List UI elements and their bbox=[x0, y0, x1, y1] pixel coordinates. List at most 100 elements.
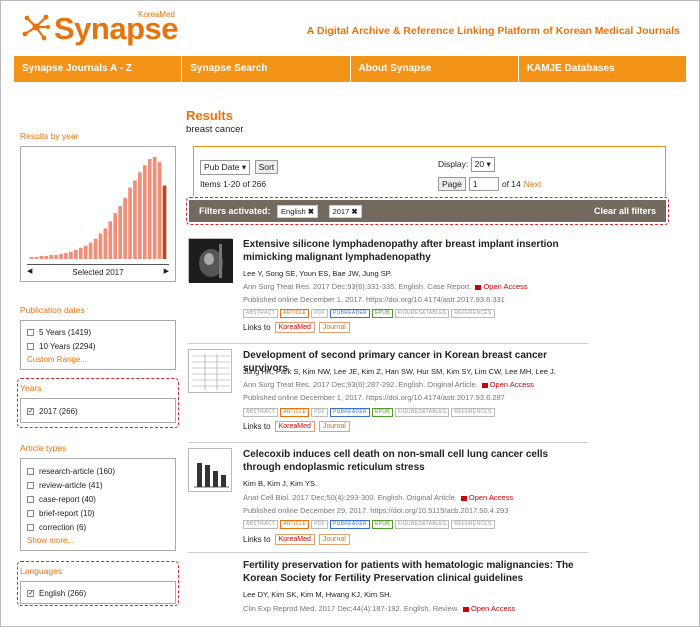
year-bar[interactable] bbox=[98, 233, 103, 260]
year-bar[interactable] bbox=[59, 253, 63, 259]
page-input[interactable]: 1 bbox=[468, 177, 499, 191]
year-bar[interactable] bbox=[93, 238, 98, 259]
nav-synapse-search[interactable]: Synapse Search bbox=[182, 56, 351, 82]
article-title[interactable]: Fertility preservation for patients with… bbox=[243, 559, 588, 585]
custom-range-link[interactable]: Custom Range... bbox=[21, 353, 175, 366]
checkbox-icon[interactable] bbox=[27, 467, 34, 475]
epub-link[interactable]: EPUB bbox=[371, 309, 393, 318]
checkbox-icon[interactable] bbox=[27, 328, 34, 336]
journal-link[interactable]: Journal bbox=[318, 322, 350, 333]
year-range-slider[interactable]: ◀ Selected 2017 ▶ bbox=[27, 264, 169, 277]
year-bar[interactable] bbox=[103, 228, 108, 259]
article-title[interactable]: Extensive silicone lymphadenopathy after… bbox=[243, 238, 588, 264]
abstract-link[interactable]: ABSTRACT bbox=[243, 520, 279, 529]
filter-english[interactable]: ✓ English (266) bbox=[21, 586, 175, 600]
checkbox-icon[interactable] bbox=[27, 495, 34, 503]
references-link[interactable]: REFERENCES bbox=[451, 520, 495, 529]
pdf-link[interactable]: PDF bbox=[311, 520, 329, 529]
page-button[interactable]: Page bbox=[438, 177, 466, 191]
journal-link[interactable]: Journal bbox=[318, 421, 350, 432]
year-bar[interactable] bbox=[118, 205, 123, 259]
filter-brief-report[interactable]: brief-report (10) bbox=[21, 506, 175, 520]
year-bar[interactable] bbox=[64, 252, 68, 259]
year-bar[interactable] bbox=[128, 187, 132, 259]
nav-journals-az[interactable]: Synapse Journals A - Z bbox=[14, 56, 183, 82]
nav-about[interactable]: About Synapse bbox=[351, 56, 519, 82]
year-bar[interactable] bbox=[39, 255, 44, 259]
year-bar[interactable] bbox=[162, 185, 167, 259]
clear-all-filters[interactable]: Clear all filters bbox=[594, 200, 656, 222]
year-bar[interactable] bbox=[142, 165, 147, 259]
figures-tables-link[interactable]: FIGURES&TABLES bbox=[394, 309, 450, 318]
pdf-link[interactable]: PDF bbox=[311, 408, 329, 417]
year-bar[interactable] bbox=[147, 159, 152, 259]
year-bar[interactable] bbox=[123, 197, 127, 259]
close-icon[interactable]: ✖ bbox=[308, 207, 314, 216]
article-link[interactable]: ARTICLE bbox=[280, 520, 310, 529]
year-bar[interactable] bbox=[83, 245, 88, 259]
references-link[interactable]: REFERENCES bbox=[451, 309, 495, 318]
koreamed-link[interactable]: KoreaMed bbox=[274, 322, 315, 333]
pubreader-link[interactable]: PUBREADER bbox=[330, 309, 370, 318]
close-icon[interactable]: ✖ bbox=[351, 207, 357, 216]
year-bar[interactable] bbox=[73, 249, 78, 259]
article-link[interactable]: ARTICLE bbox=[280, 408, 310, 417]
checkbox-icon[interactable] bbox=[27, 481, 34, 489]
nav-kamje-databases[interactable]: KAMJE Databases bbox=[519, 56, 686, 82]
abstract-link[interactable]: ABSTRACT bbox=[243, 408, 279, 417]
year-bar[interactable] bbox=[157, 162, 162, 259]
article-thumbnail[interactable] bbox=[188, 448, 232, 492]
figures-tables-link[interactable]: FIGURES&TABLES bbox=[394, 408, 450, 417]
epub-link[interactable]: EPUB bbox=[371, 408, 393, 417]
show-more-link[interactable]: Show more... bbox=[21, 534, 175, 547]
filter-tag-2017[interactable]: 2017 ✖ bbox=[328, 205, 362, 218]
year-bar[interactable] bbox=[29, 256, 34, 259]
checkbox-checked-icon[interactable]: ✓ bbox=[27, 589, 34, 597]
checkbox-icon[interactable] bbox=[27, 342, 34, 350]
year-bar[interactable] bbox=[108, 221, 113, 259]
filter-tag-english[interactable]: English ✖ bbox=[277, 205, 319, 218]
filter-10-years[interactable]: 10 Years (2294) bbox=[21, 339, 175, 353]
filter-case-report[interactable]: case-report (40) bbox=[21, 492, 175, 506]
koreamed-link[interactable]: KoreaMed bbox=[274, 421, 315, 432]
epub-link[interactable]: EPUB bbox=[371, 520, 393, 529]
year-bar[interactable] bbox=[44, 255, 49, 259]
year-bar[interactable] bbox=[138, 172, 142, 259]
sort-select[interactable]: Pub Date ▾ bbox=[200, 160, 251, 175]
next-link[interactable]: Next bbox=[524, 179, 541, 189]
year-bar[interactable] bbox=[133, 180, 137, 259]
year-bar[interactable] bbox=[88, 242, 93, 259]
journal-link[interactable]: Journal bbox=[318, 534, 350, 545]
synapse-logo-icon[interactable] bbox=[22, 12, 50, 42]
filter-year-2017[interactable]: ✓ 2017 (266) bbox=[21, 404, 175, 418]
slider-right-icon[interactable]: ▶ bbox=[164, 267, 169, 275]
pubreader-link[interactable]: PUBREADER bbox=[330, 520, 370, 529]
figures-tables-link[interactable]: FIGURES&TABLES bbox=[394, 520, 450, 529]
pdf-link[interactable]: PDF bbox=[311, 309, 329, 318]
year-bar[interactable] bbox=[49, 254, 54, 259]
year-bar[interactable] bbox=[34, 256, 39, 259]
slider-left-icon[interactable]: ◀ bbox=[27, 267, 32, 275]
checkbox-checked-icon[interactable]: ✓ bbox=[27, 407, 34, 415]
filter-research-article[interactable]: research-article (160) bbox=[21, 464, 175, 478]
abstract-link[interactable]: ABSTRACT bbox=[243, 309, 279, 318]
checkbox-icon[interactable] bbox=[27, 509, 34, 517]
sort-button[interactable]: Sort bbox=[254, 160, 279, 174]
article-link[interactable]: ARTICLE bbox=[280, 309, 310, 318]
year-bar[interactable] bbox=[152, 157, 157, 259]
filter-5-years[interactable]: 5 Years (1419) bbox=[21, 325, 175, 339]
year-bar[interactable] bbox=[54, 254, 58, 259]
filter-review-article[interactable]: review-article (41) bbox=[21, 478, 175, 492]
year-histogram[interactable]: ◀ Selected 2017 ▶ bbox=[20, 146, 176, 282]
references-link[interactable]: REFERENCES bbox=[451, 408, 495, 417]
year-bars[interactable] bbox=[29, 155, 167, 259]
year-bar[interactable] bbox=[69, 251, 73, 259]
article-thumbnail[interactable] bbox=[188, 238, 233, 283]
display-select[interactable]: 20 ▾ bbox=[470, 157, 495, 172]
article-thumbnail[interactable] bbox=[188, 349, 232, 393]
year-bar[interactable] bbox=[113, 213, 118, 259]
pubreader-link[interactable]: PUBREADER bbox=[330, 408, 370, 417]
koreamed-link[interactable]: KoreaMed bbox=[274, 534, 315, 545]
checkbox-icon[interactable] bbox=[27, 523, 34, 531]
filter-correction[interactable]: correction (6) bbox=[21, 520, 175, 534]
